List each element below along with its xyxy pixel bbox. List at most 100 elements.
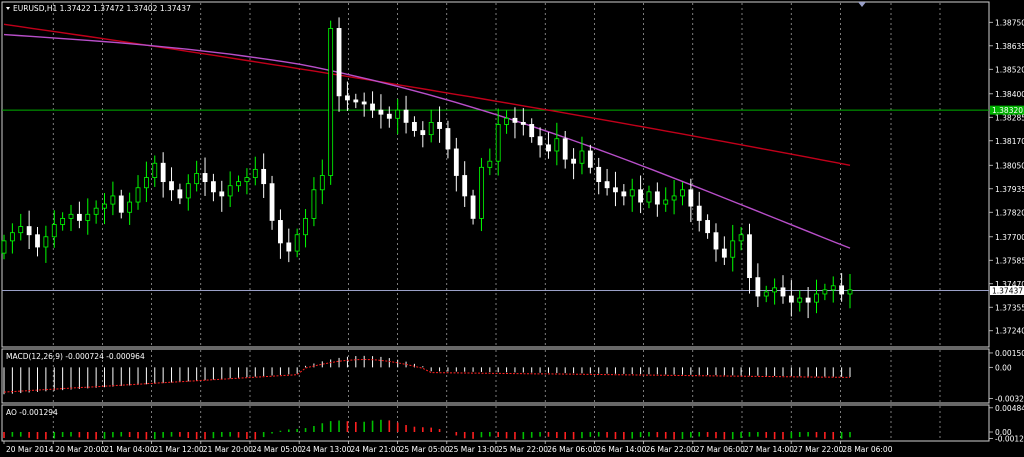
- candle-bearish: [788, 295, 794, 303]
- candle-bearish: [403, 109, 409, 123]
- candle-bullish: [395, 109, 401, 119]
- candle-bullish: [311, 189, 317, 219]
- time-tick-label: 25 Mar 05:00: [400, 445, 450, 454]
- candle-bullish: [822, 289, 828, 295]
- candle-bearish: [520, 121, 526, 125]
- current-price-tag: 1.37437: [990, 286, 1024, 296]
- candle-bullish: [43, 236, 49, 248]
- candle-bullish: [18, 226, 24, 234]
- time-tick-label: 20 Mar 2014: [6, 445, 54, 454]
- candle-bullish: [738, 234, 744, 242]
- candle-bearish: [529, 124, 535, 138]
- candle-bearish: [470, 195, 476, 219]
- candle-bearish: [621, 191, 627, 197]
- candle-bearish: [169, 181, 174, 191]
- time-tick-label: 26 Mar 22:00: [646, 445, 696, 454]
- time-tick-label: 26 Mar 14:00: [596, 445, 646, 454]
- candle-bullish: [9, 232, 15, 242]
- candle-bearish: [696, 205, 702, 221]
- candle-bullish: [185, 183, 191, 199]
- candle-bearish: [437, 121, 442, 129]
- current-price-label: 1.37437: [992, 287, 1023, 296]
- candle-bullish: [60, 217, 66, 225]
- price-tick-label: 1.38170: [995, 137, 1024, 146]
- time-axis: 20 Mar 2014 20 Mar 20:00 21 Mar 04:00 21 Ma…: [3, 441, 893, 454]
- candle-bullish: [763, 291, 769, 297]
- price-tick-label: 1.38520: [995, 65, 1024, 74]
- time-tick-label: 28 Mar 06:00: [842, 445, 892, 454]
- chart-canvas[interactable]: 1.387501.386351.385201.384001.382851.381…: [0, 0, 1024, 457]
- candle-bullish: [814, 293, 819, 303]
- ao-panel[interactable]: 0.0048410.00-0.001291 AO -0.001294: [1, 404, 1024, 444]
- candle-bullish: [772, 287, 778, 293]
- candle-bullish: [227, 185, 233, 197]
- time-tick-label: 24 Mar 13:00: [301, 445, 351, 454]
- macd-panel-frame: [1, 348, 990, 404]
- ao-label: AO -0.001294: [6, 408, 58, 417]
- candle-bearish: [26, 226, 32, 236]
- candle-bearish: [345, 95, 350, 101]
- candle-bullish: [830, 285, 836, 291]
- candle-bearish: [805, 297, 811, 303]
- price-tick-label: 1.37935: [995, 185, 1024, 194]
- candle-bearish: [353, 99, 359, 103]
- candle-bearish: [562, 138, 568, 160]
- macd-panel[interactable]: 0.001501 0.00 -0.003245 MACD(12,26,9) -0.0…: [1, 348, 1024, 404]
- candle-bearish: [219, 191, 225, 197]
- ao-tick-label: -0.001291: [995, 434, 1024, 443]
- candle-bullish: [127, 201, 133, 213]
- macd-tick-label: -0.003245: [995, 395, 1024, 404]
- candle-bearish: [286, 242, 292, 252]
- candle-bullish: [579, 150, 585, 164]
- symbol-info-label: EURUSD,H1 1.37422 1.37472 1.37402 1.3743…: [13, 4, 191, 13]
- candle-bullish: [244, 177, 250, 183]
- candle-bearish: [160, 162, 166, 183]
- candle-bearish: [571, 158, 576, 164]
- time-tick-label: 25 Mar 22:00: [498, 445, 548, 454]
- time-tick-label: 21 Mar 04:00: [104, 445, 154, 454]
- candle-bullish: [85, 213, 91, 221]
- candle-bullish: [554, 138, 560, 152]
- candle-bearish: [537, 136, 543, 146]
- candle-bullish: [797, 297, 803, 303]
- candle-bearish: [721, 248, 727, 258]
- candle-bearish: [370, 103, 375, 111]
- candle-bullish: [671, 195, 677, 201]
- candle-bearish: [336, 28, 342, 97]
- candle-bearish: [261, 168, 267, 185]
- price-tick-label: 1.38750: [995, 18, 1024, 27]
- candle-bullish: [663, 199, 669, 205]
- price-tick-label: 1.37240: [995, 327, 1024, 336]
- main-price-panel[interactable]: 1.387501.386351.385201.384001.382851.381…: [1, 1, 1024, 348]
- time-tick-label: 24 Mar 05:00: [252, 445, 302, 454]
- symbol-header[interactable]: EURUSD,H1 1.37422 1.37472 1.37402 1.3743…: [6, 4, 191, 13]
- time-tick-label: 25 Mar 13:00: [449, 445, 499, 454]
- candle-bullish: [847, 289, 853, 295]
- candle-bearish: [445, 128, 451, 150]
- candle-bullish: [629, 189, 635, 197]
- candle-bullish: [135, 187, 141, 203]
- candle-bullish: [110, 195, 116, 205]
- macd-tick-label: 0.00: [995, 363, 1012, 372]
- candle-bearish: [35, 234, 40, 248]
- highlight-price-tag: 1.38320: [990, 105, 1024, 115]
- candle-bullish: [102, 203, 107, 209]
- candle-bearish: [361, 101, 367, 105]
- candle-bearish: [512, 117, 518, 123]
- time-tick-label: 27 Mar 06:00: [695, 445, 745, 454]
- main-panel-frame: [1, 1, 990, 348]
- candle-bullish: [252, 168, 258, 178]
- candle-bullish: [328, 28, 334, 176]
- candle-bullish: [1, 240, 7, 254]
- candle-bullish: [303, 217, 308, 236]
- candle-bearish: [596, 166, 602, 183]
- candle-bearish: [378, 109, 384, 115]
- time-tick-label: 20 Mar 20:00: [55, 445, 105, 454]
- price-tick-label: 1.37820: [995, 208, 1024, 217]
- candle-bullish: [143, 177, 149, 189]
- candle-bullish: [236, 181, 241, 187]
- candle-bearish: [705, 220, 711, 234]
- candle-bearish: [587, 150, 593, 168]
- candle-bearish: [420, 130, 426, 136]
- time-tick-label: 27 Mar 22:00: [793, 445, 843, 454]
